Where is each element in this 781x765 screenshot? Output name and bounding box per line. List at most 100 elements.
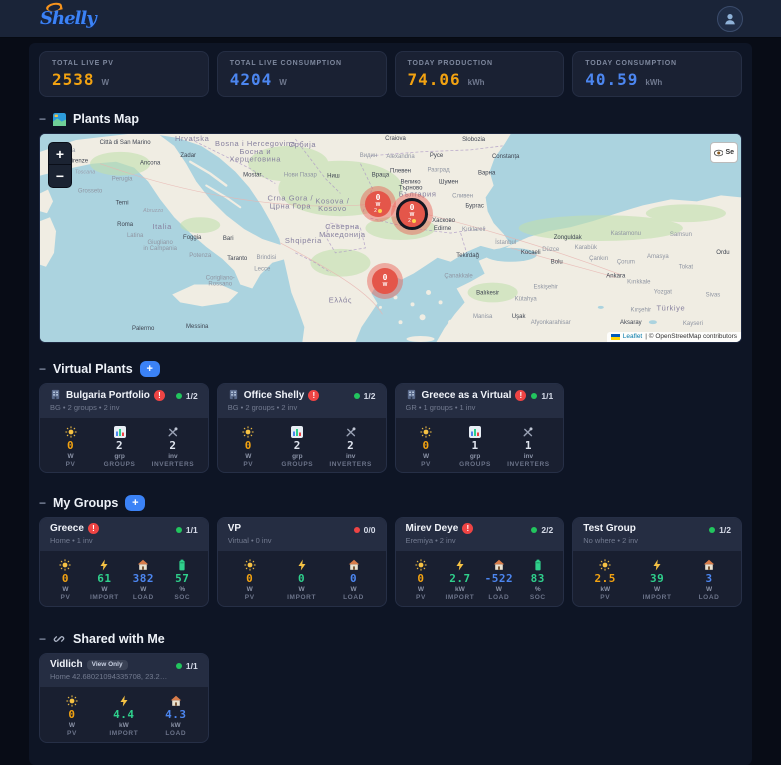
plant-card[interactable]: Vidlich View Only Home 42.68021094335708, … — [39, 653, 209, 743]
card-subtitle: Home 42.68021094335708, 23.29... — [50, 672, 168, 681]
card-title: Bulgaria Portfolio — [66, 389, 150, 401]
zoom-in-button[interactable]: + — [49, 143, 71, 165]
stat-unit: W — [140, 586, 147, 593]
map-label: Варна — [478, 171, 496, 177]
map-label: Palermo — [132, 326, 155, 332]
user-avatar-button[interactable] — [717, 5, 743, 32]
alert-badge[interactable]: ! — [515, 389, 527, 401]
stat-label: IMPORT — [287, 594, 317, 601]
zoom-out-button[interactable]: − — [49, 165, 71, 187]
plant-card[interactable]: Bulgaria Portfolio! BG • 2 groups • 2 inv… — [39, 383, 209, 473]
online-status: 1/2 — [353, 391, 376, 401]
status-dot-icon — [353, 527, 360, 533]
osm-attribution[interactable]: | © OpenStreetMap contributors — [645, 333, 737, 340]
map-label: Constanța — [492, 154, 520, 160]
battery-icon — [532, 559, 544, 571]
map-layers-toggle[interactable]: Se — [710, 142, 738, 163]
card-header: Vidlich View Only Home 42.68021094335708, … — [40, 654, 208, 687]
stat-label: PV — [244, 594, 255, 601]
plant-card[interactable]: Office Shelly! BG • 2 groups • 2 inv 1/2 0 W… — [216, 383, 387, 473]
stat-unit: W — [67, 453, 74, 460]
tools-icon — [522, 426, 534, 438]
status-dot-icon — [709, 527, 716, 533]
add-virtual-plant-button[interactable]: + — [139, 361, 160, 377]
person-icon — [725, 13, 735, 24]
status-dot-icon — [175, 527, 182, 533]
map-label: Potenza — [189, 253, 212, 259]
bolt-icon — [651, 559, 663, 571]
house-icon — [170, 695, 182, 707]
sun-icon — [242, 426, 254, 438]
stat-label: PV — [421, 461, 431, 468]
my-groups-header: − My Groups + — [39, 495, 742, 511]
map-label: Ελλάς — [329, 295, 352, 304]
plant-card[interactable]: VP Virtual • 0 inv 0/0 0 W PV 0 W IMPORT 0 W LOAD — [216, 517, 387, 607]
stat-unit: W — [495, 586, 502, 593]
stat-value: 0 — [244, 439, 252, 452]
map-label: Uşak — [512, 314, 526, 320]
building-icon — [50, 389, 62, 401]
plant-cluster-marker[interactable]: 0W2 — [396, 198, 428, 230]
plant-cluster-marker[interactable]: 0W — [372, 268, 398, 294]
map-label: Видин — [360, 153, 378, 159]
section-title: Plants Map — [73, 112, 140, 126]
stat-value: 1 — [471, 439, 479, 452]
building-icon — [228, 389, 240, 401]
card-title: Greece as a Virtual — [421, 389, 512, 401]
stat-today-consumption: TODAY CONSUMPTION 40.59 kWh — [572, 51, 742, 97]
map-label: Zadar — [180, 153, 196, 159]
stat-value: 2 — [293, 439, 301, 452]
sun-icon — [64, 426, 77, 438]
map-attribution: Leaflet | © OpenStreetMap contributors — [606, 332, 741, 342]
stat-inverters: 2 inv INVERTERS — [329, 426, 372, 468]
map-label: Foggia — [183, 235, 202, 241]
alert-badge[interactable]: ! — [153, 389, 165, 401]
collapse-toggle[interactable]: − — [39, 497, 46, 509]
plant-card[interactable]: Greece as a Virtual! GR • 1 groups • 1 in… — [394, 383, 565, 473]
status-count: 1/2 — [363, 391, 376, 401]
plant-card[interactable]: Mirev Deye! Eremiya • 2 inv 2/2 0 W PV 2.7 kW IM… — [394, 517, 565, 607]
stat-soc: 83% SOC — [521, 559, 555, 601]
map-label: Србија — [289, 140, 317, 149]
plant-cluster-marker[interactable]: 0W2 — [365, 191, 391, 217]
collapse-toggle[interactable]: − — [39, 633, 46, 645]
add-group-button[interactable]: + — [125, 495, 146, 511]
stat-pv: 0 W PV — [233, 559, 267, 601]
stat-value: -522 — [484, 572, 514, 585]
plants-map[interactable]: Città di San Marino Hrvatska Bosna i Herce… — [39, 133, 742, 343]
alert-badge[interactable]: ! — [462, 523, 474, 534]
plant-card[interactable]: Greece! Home • 1 inv 1/1 0 W PV 61 W IMPORT 382 W L… — [39, 517, 209, 607]
alert-badge[interactable]: ! — [308, 389, 320, 401]
card-title: Vidlich — [50, 659, 83, 670]
collapse-toggle[interactable]: − — [39, 113, 46, 125]
map-label: Abruzzo — [142, 208, 163, 214]
stat-label: PV — [60, 594, 71, 601]
map-label: Ниш — [327, 174, 340, 180]
online-status: 0/0 — [353, 525, 376, 535]
collapse-toggle[interactable]: − — [39, 363, 46, 375]
card-subtitle: No where • 2 inv — [583, 536, 638, 545]
stat-label: PV — [65, 461, 76, 468]
stat-unit: kW — [455, 586, 465, 593]
map-label: Kırklareli — [462, 227, 485, 233]
stat-groups: 2 grp GROUPS — [280, 426, 314, 468]
map-canvas: Città di San Marino HrvatskaBosna i Herce… — [40, 134, 741, 342]
stat-value: 40.59 — [585, 70, 639, 89]
stat-label: INVERTERS — [151, 461, 195, 468]
stat-pv: 0 W PV — [231, 426, 265, 468]
alert-badge[interactable]: ! — [87, 523, 99, 534]
stat-pv: 0 W PV — [55, 695, 89, 737]
stat-inverters: 2 inv INVERTERS — [152, 426, 195, 468]
plant-card[interactable]: Test Group No where • 2 inv 1/2 2.5 kW PV 39 W I… — [572, 517, 742, 607]
leaflet-link[interactable]: Leaflet — [623, 333, 643, 340]
card-title: VP — [227, 523, 242, 534]
map-label: Бургас — [465, 203, 483, 209]
sun-icon — [59, 559, 72, 571]
stat-import: 2.7 kW IMPORT — [443, 559, 477, 601]
map-label: Rossano — [208, 282, 232, 288]
stat-value: 57 — [175, 572, 190, 585]
stat-value: 0 — [61, 572, 70, 585]
shelly-logo[interactable]: Shelly — [40, 1, 97, 29]
stat-value: 382 — [132, 572, 155, 585]
house-icon — [703, 559, 715, 571]
